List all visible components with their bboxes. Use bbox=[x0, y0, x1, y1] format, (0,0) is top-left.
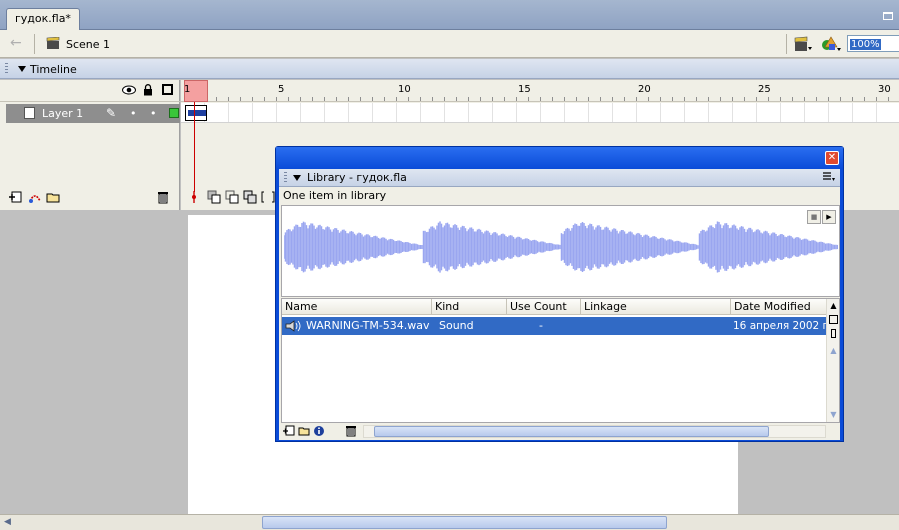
document-tab-strip: гудок.fla* bbox=[0, 0, 899, 30]
ruler-number: 15 bbox=[518, 84, 531, 95]
layer-row[interactable]: Layer 1 ✎ • • bbox=[6, 104, 180, 123]
column-header-linkage[interactable]: Linkage bbox=[581, 299, 731, 315]
column-header-date-modified[interactable]: Date Modified bbox=[731, 299, 828, 315]
lock-icon[interactable] bbox=[143, 84, 153, 96]
insert-layer-icon[interactable] bbox=[8, 190, 22, 204]
column-header-name[interactable]: Name bbox=[282, 299, 432, 315]
item-kind: Sound bbox=[439, 319, 474, 332]
layer-column-headers bbox=[0, 80, 180, 102]
center-frame-icon[interactable] bbox=[187, 190, 201, 204]
layer-frame-row[interactable] bbox=[181, 103, 899, 123]
timeline-title: Timeline bbox=[30, 63, 77, 76]
onion-skin-icon[interactable] bbox=[207, 190, 221, 204]
sound-speaker-icon bbox=[285, 320, 301, 332]
sound-waveform-icon bbox=[188, 110, 206, 116]
library-item-count: One item in library bbox=[283, 189, 387, 202]
ruler-number: 10 bbox=[398, 84, 411, 95]
stage-horizontal-scrollbar[interactable]: ◀ bbox=[0, 514, 899, 530]
keyframe-sound[interactable] bbox=[185, 105, 207, 121]
zoom-field[interactable]: 100% bbox=[847, 35, 899, 52]
library-toolbar bbox=[279, 423, 840, 440]
panel-grip-icon[interactable] bbox=[5, 63, 8, 75]
scroll-up-icon[interactable]: ▲ bbox=[828, 345, 839, 356]
collapse-triangle-icon[interactable] bbox=[18, 66, 26, 72]
item-date-modified: 16 апреля 2002 г. bbox=[733, 320, 832, 332]
restore-window-icon[interactable] bbox=[883, 12, 893, 20]
library-item-row[interactable]: WARNING-TM-534.wav Sound - 16 апреля 200… bbox=[282, 317, 832, 335]
delete-icon[interactable] bbox=[345, 425, 357, 437]
column-header-kind[interactable]: Kind bbox=[432, 299, 507, 315]
eye-icon[interactable] bbox=[122, 85, 136, 95]
layers-pane: Layer 1 ✎ • • bbox=[0, 80, 180, 210]
timeline-panel-header[interactable]: Timeline bbox=[0, 59, 899, 79]
modify-onion-markers-icon[interactable] bbox=[261, 190, 275, 204]
pencil-icon: ✎ bbox=[106, 106, 117, 120]
scroll-left-icon[interactable]: ◀ bbox=[4, 517, 11, 527]
stop-icon[interactable]: ■ bbox=[807, 210, 821, 224]
edit-multiple-frames-icon[interactable] bbox=[243, 190, 257, 204]
column-header-use-count[interactable]: Use Count bbox=[507, 299, 581, 315]
document-tab[interactable]: гудок.fla* bbox=[6, 8, 80, 30]
panel-grip-icon[interactable] bbox=[284, 172, 287, 184]
ruler-number: 25 bbox=[758, 84, 771, 95]
library-window-titlebar[interactable]: ✕ bbox=[276, 147, 843, 169]
new-symbol-icon[interactable] bbox=[283, 425, 295, 437]
ruler-number: 30 bbox=[878, 84, 891, 95]
edit-scene-icon[interactable] bbox=[793, 36, 813, 52]
insert-layer-folder-icon[interactable] bbox=[46, 190, 60, 204]
item-use-count: - bbox=[539, 319, 543, 332]
scene-label[interactable]: Scene 1 bbox=[66, 38, 110, 51]
ruler-number: 1 bbox=[184, 84, 191, 95]
library-item-list: Name Kind Use Count Linkage Date Modifie… bbox=[281, 298, 840, 423]
layer-page-icon bbox=[24, 107, 35, 119]
edit-bar-separator bbox=[34, 34, 35, 54]
ruler-number: 20 bbox=[638, 84, 651, 95]
lock-dot-icon[interactable]: • bbox=[150, 107, 157, 120]
scroll-down-icon[interactable]: ▼ bbox=[828, 409, 839, 420]
frame-ruler[interactable]: 1 5 10 15 20 25 30 bbox=[181, 80, 899, 102]
list-horizontal-scrollbar[interactable] bbox=[363, 425, 826, 438]
library-panel-header[interactable]: Library - гудок.fla bbox=[279, 169, 840, 187]
scrollbar-thumb[interactable] bbox=[262, 516, 667, 529]
sort-order-icon[interactable]: ▲ bbox=[828, 300, 839, 311]
list-column-headers: Name Kind Use Count Linkage Date Modifie… bbox=[282, 299, 828, 315]
zoom-value: 100% bbox=[850, 39, 881, 50]
scrollbar-thumb[interactable] bbox=[374, 426, 769, 437]
delete-layer-icon[interactable] bbox=[156, 190, 170, 204]
item-name[interactable]: WARNING-TM-534.wav bbox=[306, 317, 430, 335]
library-panel: ✕ Library - гудок.fla One item in librar… bbox=[275, 146, 844, 442]
playhead-line bbox=[194, 102, 195, 192]
outline-icon[interactable] bbox=[162, 84, 173, 95]
layer-outline-color-icon[interactable] bbox=[169, 108, 179, 118]
back-arrow-icon[interactable]: ← bbox=[10, 35, 22, 51]
layer-name[interactable]: Layer 1 bbox=[42, 107, 83, 120]
wide-state-icon[interactable] bbox=[829, 315, 838, 324]
sound-waveform bbox=[284, 221, 838, 273]
scene-clapper-icon bbox=[46, 37, 60, 49]
narrow-state-icon[interactable] bbox=[831, 329, 836, 338]
library-title: Library - гудок.fla bbox=[307, 171, 407, 184]
onion-skin-outlines-icon[interactable] bbox=[225, 190, 239, 204]
visibility-dot-icon[interactable]: • bbox=[130, 107, 137, 120]
list-vertical-scrollbar[interactable]: ▲ ▲ ▼ bbox=[826, 299, 839, 422]
edit-symbols-icon[interactable] bbox=[820, 35, 842, 53]
library-body: Library - гудок.fla One item in library … bbox=[279, 169, 840, 440]
new-folder-icon[interactable] bbox=[298, 425, 310, 437]
close-icon[interactable]: ✕ bbox=[825, 151, 839, 165]
edit-bar-separator bbox=[786, 34, 787, 54]
properties-icon[interactable] bbox=[313, 425, 325, 437]
edit-bar: ← Scene 1 100% bbox=[0, 30, 899, 58]
add-motion-guide-icon[interactable] bbox=[28, 190, 42, 204]
ruler-number: 5 bbox=[278, 84, 285, 95]
collapse-triangle-icon[interactable] bbox=[293, 175, 301, 181]
play-icon[interactable]: ▶ bbox=[822, 210, 836, 224]
options-menu-icon[interactable] bbox=[823, 172, 835, 182]
sound-preview-pane: ■ ▶ bbox=[281, 205, 840, 297]
layer-toolbar bbox=[0, 186, 180, 208]
